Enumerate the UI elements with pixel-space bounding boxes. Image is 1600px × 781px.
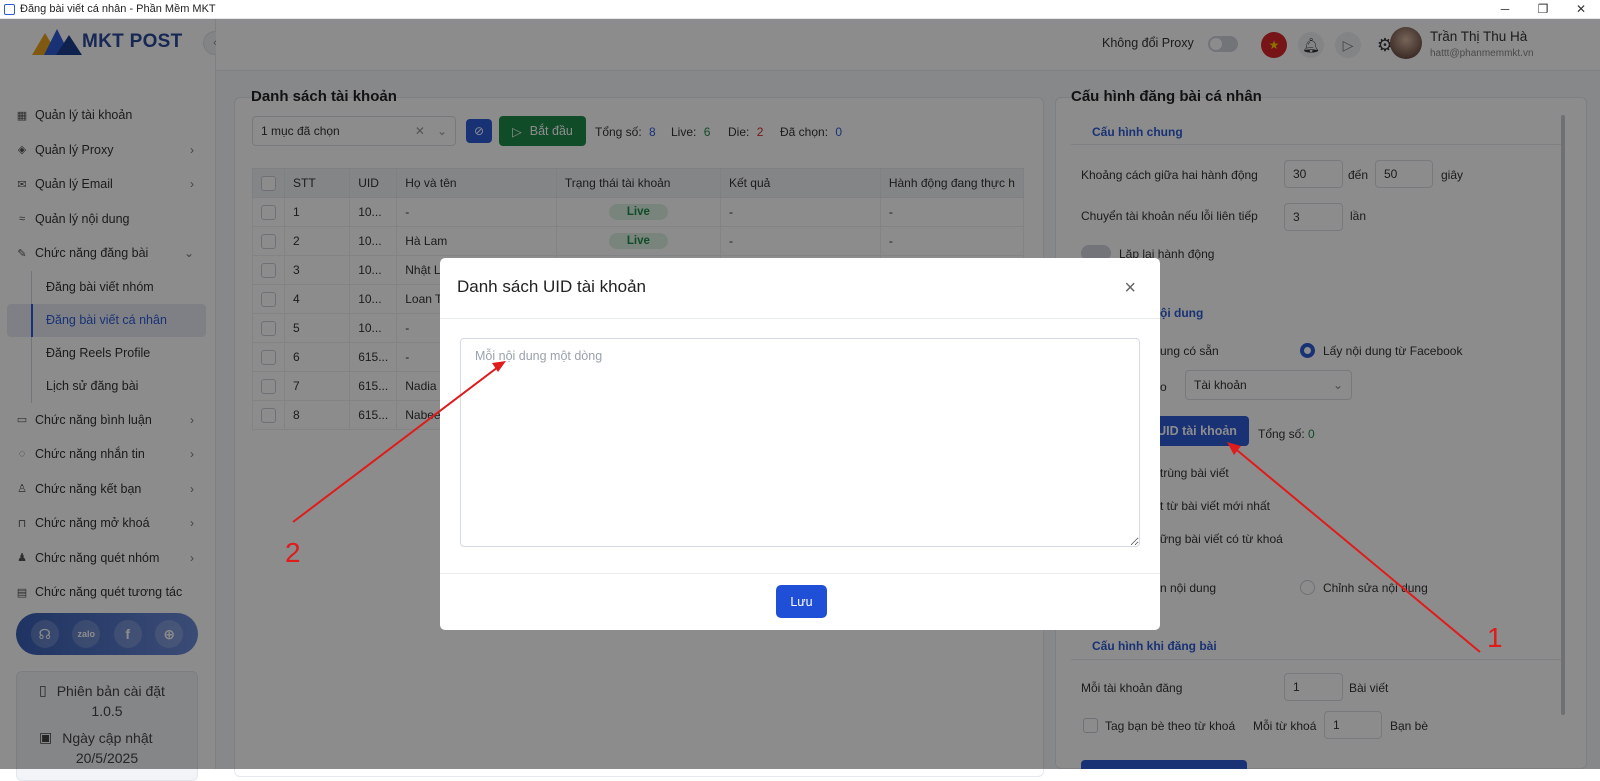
annotation-arrows: [292, 361, 1481, 653]
annotation-label-2: 2: [285, 537, 301, 568]
annotation-arrow-2-line: [292, 363, 503, 523]
annotation-arrow-1-line: [1231, 445, 1481, 653]
annotation-arrow-1-head: [1227, 442, 1241, 455]
annotation-label-1: 1: [1487, 622, 1503, 653]
